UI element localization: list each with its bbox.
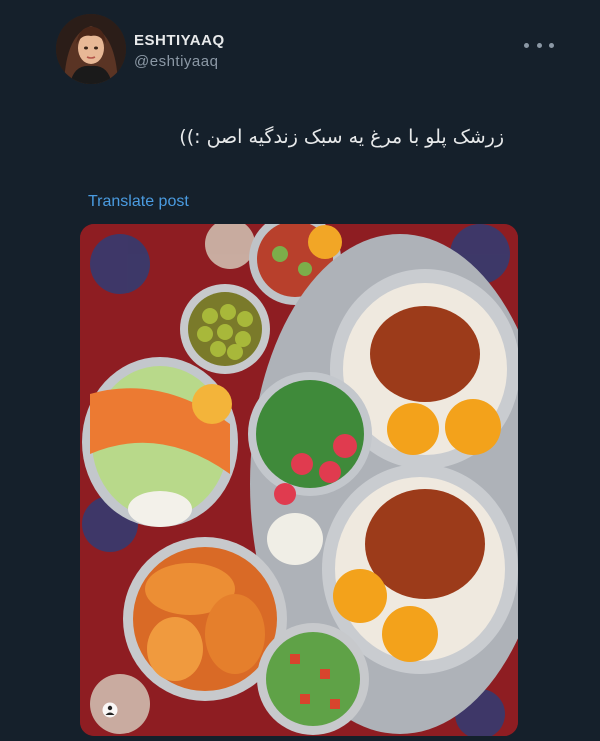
tweet-page: ESHTIYAAQ @eshtiyaaq زرشک پلو با مرغ یه … xyxy=(0,0,600,741)
author-handle[interactable]: @eshtiyaaq xyxy=(134,53,218,70)
post-media-image[interactable] xyxy=(80,224,518,736)
more-options-icon[interactable] xyxy=(524,36,554,54)
author-display-name[interactable]: ESHTIYAAQ xyxy=(134,32,225,49)
post-text: زرشک پلو با مرغ یه سبک زندگیه اصن :)) xyxy=(179,126,504,148)
media-alt-icon[interactable] xyxy=(102,702,118,718)
translate-post-link[interactable]: Translate post xyxy=(88,193,189,211)
avatar[interactable] xyxy=(56,14,126,84)
